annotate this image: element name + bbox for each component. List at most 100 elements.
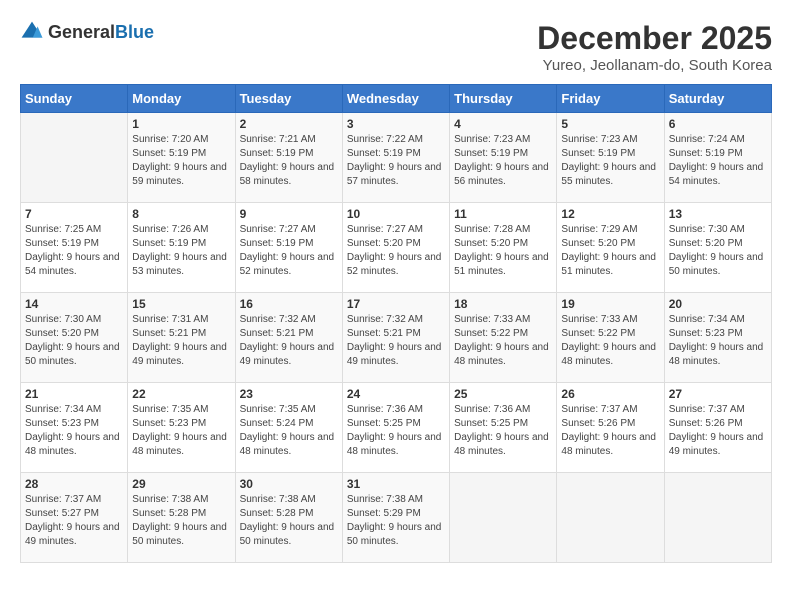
day-number: 14 <box>25 297 123 311</box>
day-info: Sunrise: 7:32 AMSunset: 5:21 PMDaylight:… <box>240 314 335 367</box>
day-number: 21 <box>25 387 123 401</box>
day-info: Sunrise: 7:36 AMSunset: 5:25 PMDaylight:… <box>454 404 549 457</box>
calendar-cell <box>450 473 557 563</box>
calendar-cell: 18 Sunrise: 7:33 AMSunset: 5:22 PMDaylig… <box>450 293 557 383</box>
day-number: 27 <box>669 387 767 401</box>
calendar-cell: 12 Sunrise: 7:29 AMSunset: 5:20 PMDaylig… <box>557 203 664 293</box>
day-number: 11 <box>454 207 552 221</box>
day-info: Sunrise: 7:24 AMSunset: 5:19 PMDaylight:… <box>669 134 764 187</box>
day-info: Sunrise: 7:34 AMSunset: 5:23 PMDaylight:… <box>25 404 120 457</box>
day-info: Sunrise: 7:37 AMSunset: 5:27 PMDaylight:… <box>25 494 120 547</box>
header-cell-friday: Friday <box>557 85 664 113</box>
day-info: Sunrise: 7:38 AMSunset: 5:29 PMDaylight:… <box>347 494 442 547</box>
header-cell-tuesday: Tuesday <box>235 85 342 113</box>
day-info: Sunrise: 7:29 AMSunset: 5:20 PMDaylight:… <box>561 224 656 277</box>
title-block: December 2025 Yureo, Jeollanam-do, South… <box>537 20 772 74</box>
calendar-cell: 24 Sunrise: 7:36 AMSunset: 5:25 PMDaylig… <box>342 383 449 473</box>
calendar-cell: 14 Sunrise: 7:30 AMSunset: 5:20 PMDaylig… <box>21 293 128 383</box>
calendar-week-row: 1 Sunrise: 7:20 AMSunset: 5:19 PMDayligh… <box>21 113 772 203</box>
day-info: Sunrise: 7:37 AMSunset: 5:26 PMDaylight:… <box>561 404 656 457</box>
month-title: December 2025 <box>537 20 772 57</box>
calendar-cell: 21 Sunrise: 7:34 AMSunset: 5:23 PMDaylig… <box>21 383 128 473</box>
day-number: 4 <box>454 117 552 131</box>
day-number: 22 <box>132 387 230 401</box>
calendar-cell: 3 Sunrise: 7:22 AMSunset: 5:19 PMDayligh… <box>342 113 449 203</box>
calendar-cell: 27 Sunrise: 7:37 AMSunset: 5:26 PMDaylig… <box>664 383 771 473</box>
day-info: Sunrise: 7:30 AMSunset: 5:20 PMDaylight:… <box>25 314 120 367</box>
calendar-week-row: 14 Sunrise: 7:30 AMSunset: 5:20 PMDaylig… <box>21 293 772 383</box>
day-number: 29 <box>132 477 230 491</box>
calendar-cell: 11 Sunrise: 7:28 AMSunset: 5:20 PMDaylig… <box>450 203 557 293</box>
calendar-cell: 16 Sunrise: 7:32 AMSunset: 5:21 PMDaylig… <box>235 293 342 383</box>
calendar-cell: 1 Sunrise: 7:20 AMSunset: 5:19 PMDayligh… <box>128 113 235 203</box>
day-number: 26 <box>561 387 659 401</box>
day-number: 23 <box>240 387 338 401</box>
day-number: 2 <box>240 117 338 131</box>
day-info: Sunrise: 7:33 AMSunset: 5:22 PMDaylight:… <box>561 314 656 367</box>
day-number: 31 <box>347 477 445 491</box>
calendar-cell: 29 Sunrise: 7:38 AMSunset: 5:28 PMDaylig… <box>128 473 235 563</box>
day-info: Sunrise: 7:23 AMSunset: 5:19 PMDaylight:… <box>454 134 549 187</box>
day-number: 16 <box>240 297 338 311</box>
calendar-cell <box>664 473 771 563</box>
header-cell-saturday: Saturday <box>664 85 771 113</box>
day-number: 15 <box>132 297 230 311</box>
day-number: 13 <box>669 207 767 221</box>
calendar-table: SundayMondayTuesdayWednesdayThursdayFrid… <box>20 84 772 563</box>
day-info: Sunrise: 7:37 AMSunset: 5:26 PMDaylight:… <box>669 404 764 457</box>
calendar-cell: 9 Sunrise: 7:27 AMSunset: 5:19 PMDayligh… <box>235 203 342 293</box>
logo: GeneralBlue <box>20 20 154 44</box>
calendar-week-row: 21 Sunrise: 7:34 AMSunset: 5:23 PMDaylig… <box>21 383 772 473</box>
day-number: 6 <box>669 117 767 131</box>
day-info: Sunrise: 7:32 AMSunset: 5:21 PMDaylight:… <box>347 314 442 367</box>
day-info: Sunrise: 7:33 AMSunset: 5:22 PMDaylight:… <box>454 314 549 367</box>
day-number: 8 <box>132 207 230 221</box>
day-info: Sunrise: 7:31 AMSunset: 5:21 PMDaylight:… <box>132 314 227 367</box>
calendar-cell: 26 Sunrise: 7:37 AMSunset: 5:26 PMDaylig… <box>557 383 664 473</box>
calendar-cell: 19 Sunrise: 7:33 AMSunset: 5:22 PMDaylig… <box>557 293 664 383</box>
day-number: 12 <box>561 207 659 221</box>
calendar-header-row: SundayMondayTuesdayWednesdayThursdayFrid… <box>21 85 772 113</box>
day-number: 7 <box>25 207 123 221</box>
day-info: Sunrise: 7:25 AMSunset: 5:19 PMDaylight:… <box>25 224 120 277</box>
calendar-cell: 13 Sunrise: 7:30 AMSunset: 5:20 PMDaylig… <box>664 203 771 293</box>
day-number: 24 <box>347 387 445 401</box>
day-info: Sunrise: 7:35 AMSunset: 5:24 PMDaylight:… <box>240 404 335 457</box>
day-info: Sunrise: 7:38 AMSunset: 5:28 PMDaylight:… <box>240 494 335 547</box>
calendar-cell: 23 Sunrise: 7:35 AMSunset: 5:24 PMDaylig… <box>235 383 342 473</box>
day-number: 18 <box>454 297 552 311</box>
calendar-cell: 6 Sunrise: 7:24 AMSunset: 5:19 PMDayligh… <box>664 113 771 203</box>
day-number: 17 <box>347 297 445 311</box>
calendar-week-row: 7 Sunrise: 7:25 AMSunset: 5:19 PMDayligh… <box>21 203 772 293</box>
calendar-cell: 2 Sunrise: 7:21 AMSunset: 5:19 PMDayligh… <box>235 113 342 203</box>
header-cell-monday: Monday <box>128 85 235 113</box>
page-header: GeneralBlue December 2025 Yureo, Jeollan… <box>20 20 772 74</box>
logo-text-general: General <box>48 22 115 42</box>
day-number: 5 <box>561 117 659 131</box>
day-info: Sunrise: 7:28 AMSunset: 5:20 PMDaylight:… <box>454 224 549 277</box>
header-cell-thursday: Thursday <box>450 85 557 113</box>
calendar-cell: 30 Sunrise: 7:38 AMSunset: 5:28 PMDaylig… <box>235 473 342 563</box>
day-info: Sunrise: 7:26 AMSunset: 5:19 PMDaylight:… <box>132 224 227 277</box>
logo-text-blue: Blue <box>115 22 154 42</box>
calendar-cell: 10 Sunrise: 7:27 AMSunset: 5:20 PMDaylig… <box>342 203 449 293</box>
day-info: Sunrise: 7:22 AMSunset: 5:19 PMDaylight:… <box>347 134 442 187</box>
day-info: Sunrise: 7:34 AMSunset: 5:23 PMDaylight:… <box>669 314 764 367</box>
calendar-cell: 7 Sunrise: 7:25 AMSunset: 5:19 PMDayligh… <box>21 203 128 293</box>
calendar-cell <box>21 113 128 203</box>
day-info: Sunrise: 7:36 AMSunset: 5:25 PMDaylight:… <box>347 404 442 457</box>
calendar-week-row: 28 Sunrise: 7:37 AMSunset: 5:27 PMDaylig… <box>21 473 772 563</box>
day-number: 1 <box>132 117 230 131</box>
day-info: Sunrise: 7:27 AMSunset: 5:19 PMDaylight:… <box>240 224 335 277</box>
calendar-cell <box>557 473 664 563</box>
calendar-cell: 31 Sunrise: 7:38 AMSunset: 5:29 PMDaylig… <box>342 473 449 563</box>
day-info: Sunrise: 7:35 AMSunset: 5:23 PMDaylight:… <box>132 404 227 457</box>
day-number: 10 <box>347 207 445 221</box>
day-number: 19 <box>561 297 659 311</box>
day-info: Sunrise: 7:30 AMSunset: 5:20 PMDaylight:… <box>669 224 764 277</box>
calendar-cell: 28 Sunrise: 7:37 AMSunset: 5:27 PMDaylig… <box>21 473 128 563</box>
day-number: 30 <box>240 477 338 491</box>
day-info: Sunrise: 7:23 AMSunset: 5:19 PMDaylight:… <box>561 134 656 187</box>
day-number: 28 <box>25 477 123 491</box>
calendar-cell: 20 Sunrise: 7:34 AMSunset: 5:23 PMDaylig… <box>664 293 771 383</box>
